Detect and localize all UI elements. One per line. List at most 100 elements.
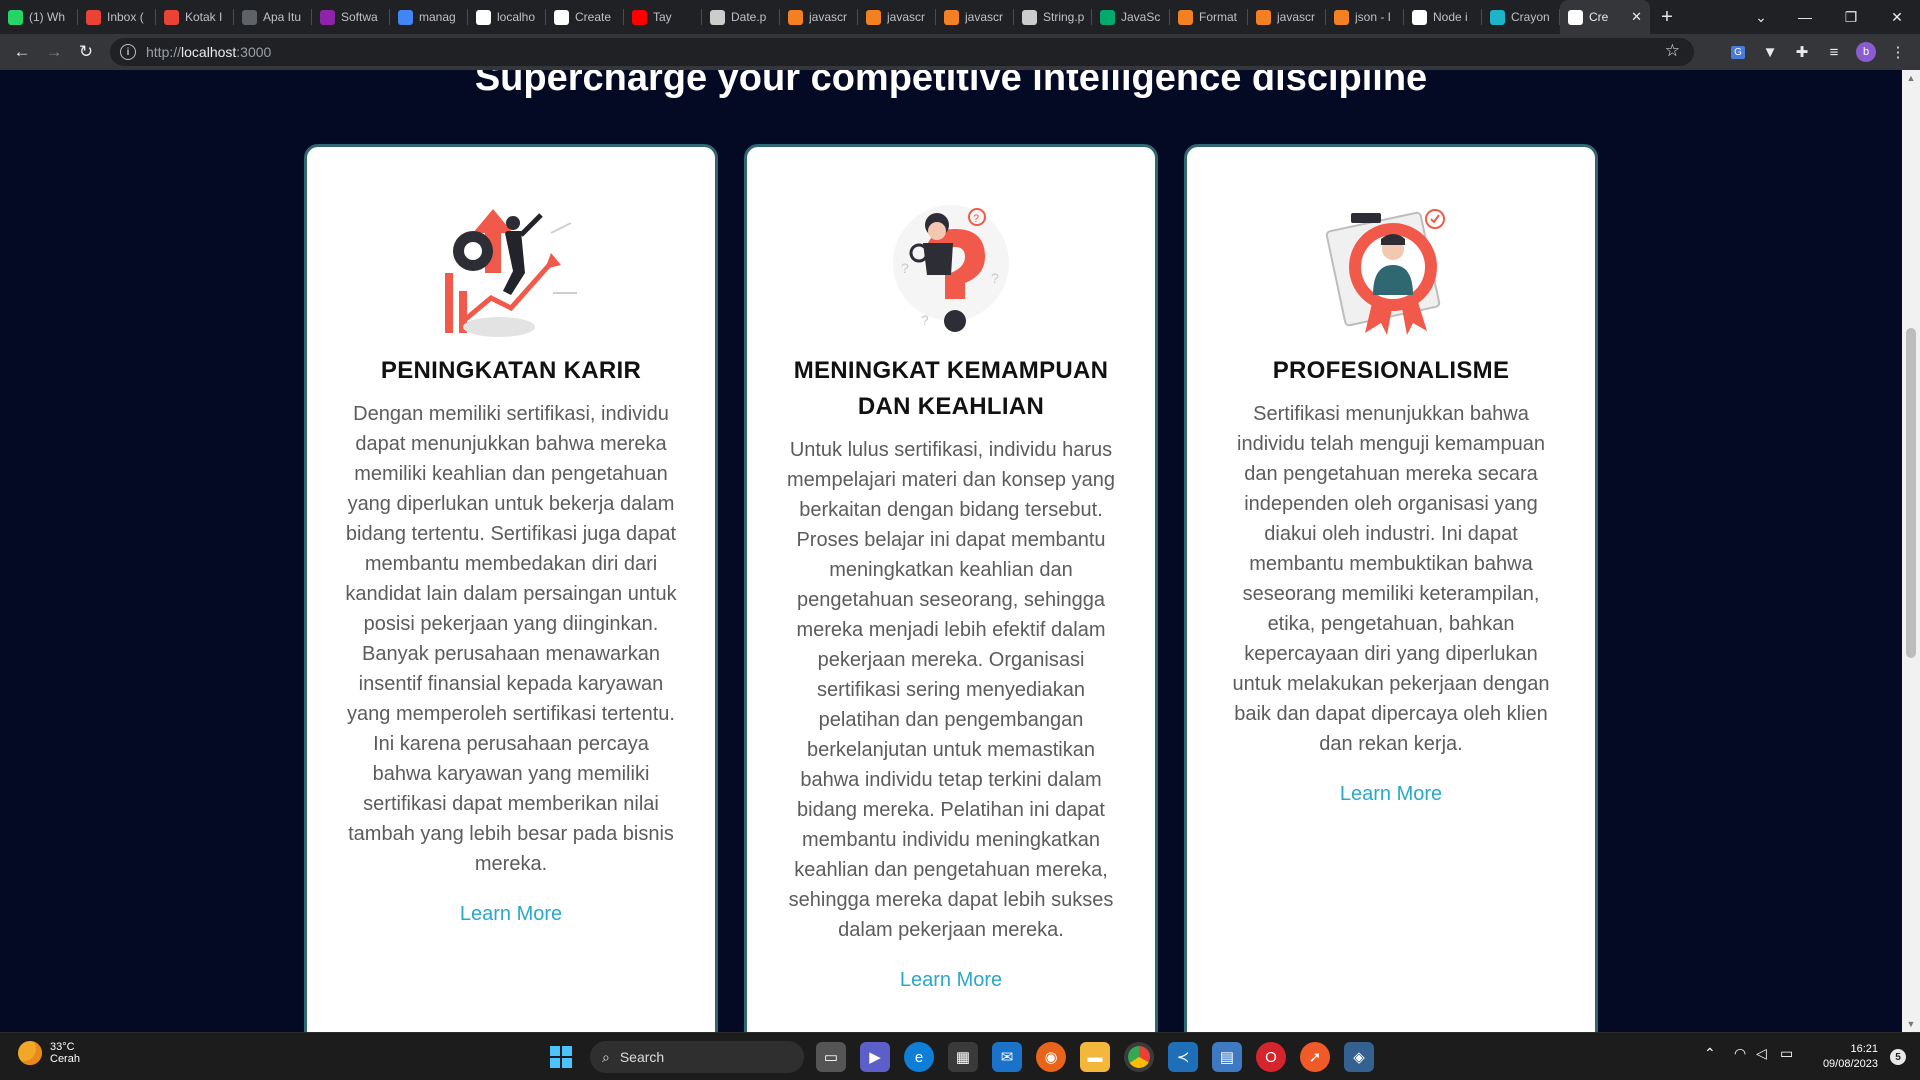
browser-tab-strip: (1) Wh Inbox (Kotak I Apa Itu Softwa manag lo… — [0, 0, 1920, 34]
extensions-puzzle-icon[interactable]: ✚ — [1786, 34, 1818, 70]
browser-tab[interactable]: javascr — [858, 0, 936, 34]
address-bar[interactable]: i http://localhost:3000 ☆ — [110, 38, 1694, 66]
browser-tab[interactable]: String.p — [1014, 0, 1092, 34]
browser-tab[interactable]: Date.p — [702, 0, 780, 34]
taskbar-search[interactable]: ⌕ Search — [590, 1041, 804, 1073]
browser-tab[interactable]: manag — [390, 0, 468, 34]
learn-more-link[interactable]: Learn More — [1340, 783, 1442, 806]
tab-favicon-icon — [1490, 9, 1505, 25]
file-explorer-icon[interactable]: ▬ — [1080, 1042, 1110, 1072]
profile-avatar[interactable]: b — [1850, 34, 1882, 70]
postgresql-icon[interactable]: ◈ — [1344, 1042, 1374, 1072]
reload-button[interactable]: ↻ — [70, 36, 102, 68]
weather-widget[interactable]: 33°C Cerah — [18, 1041, 80, 1065]
tab-favicon-icon — [632, 9, 647, 25]
tab-label: Format — [1199, 10, 1238, 24]
microsoft-store-icon[interactable]: ▦ — [948, 1042, 978, 1072]
tab-label: manag — [419, 10, 456, 24]
browser-menu-icon[interactable]: ⋮ — [1882, 34, 1914, 70]
feature-card-career: PENINGKATAN KARIR Dengan memiliki sertif… — [304, 144, 718, 1032]
start-windows-icon[interactable] — [546, 1042, 576, 1072]
edge-icon[interactable]: e — [904, 1042, 934, 1072]
vscode-icon[interactable]: ≺ — [1168, 1042, 1198, 1072]
back-button[interactable]: ← — [6, 36, 38, 68]
browser-tab[interactable]: Format — [1170, 0, 1248, 34]
reading-list-icon[interactable]: ≡ — [1818, 34, 1850, 70]
mail-icon[interactable]: ✉ — [992, 1042, 1022, 1072]
site-info-icon[interactable]: i — [120, 44, 136, 60]
question-mark-illustration: ? ? ? ? — [893, 205, 1009, 332]
career-growth-illustration — [445, 209, 577, 337]
browser-tab[interactable]: Node i — [1404, 0, 1482, 34]
card-title: PENINGKATAN KARIR — [380, 357, 642, 384]
browser-tab[interactable]: JavaSc — [1092, 0, 1170, 34]
task-view-icon[interactable]: ▭ — [816, 1042, 846, 1072]
new-tab-button[interactable]: + — [1650, 0, 1684, 34]
search-icon: ⌕ — [602, 1048, 610, 1065]
translate-icon[interactable]: G — [1722, 34, 1754, 70]
browser-tab[interactable]: (1) Wh — [0, 0, 78, 34]
tab-label: Crayon — [1511, 10, 1550, 24]
browser-tab[interactable]: javascr — [936, 0, 1014, 34]
tab-favicon-icon — [944, 9, 959, 25]
tab-label: javascr — [965, 10, 1004, 24]
learn-more-link[interactable]: Learn More — [460, 903, 562, 926]
tab-label: Tay — [653, 10, 672, 24]
close-window-button[interactable]: ✕ — [1874, 0, 1920, 34]
tab-favicon-icon — [866, 9, 881, 25]
postman-icon[interactable]: ➚ — [1300, 1042, 1330, 1072]
opera-icon[interactable]: O — [1256, 1042, 1286, 1072]
browser-tab[interactable]: Crayon — [1482, 0, 1560, 34]
browser-tab[interactable]: localho — [468, 0, 546, 34]
browser-tab[interactable]: Softwa — [312, 0, 390, 34]
search-label: Search — [619, 1049, 665, 1065]
chrome-icon[interactable] — [1124, 1042, 1154, 1072]
browser-tab-active[interactable]: Cre ✕ — [1560, 0, 1650, 34]
weather-sun-icon — [18, 1041, 42, 1065]
browser-tab[interactable]: Create — [546, 0, 624, 34]
weather-temp: 33°C — [50, 1041, 75, 1053]
browser-tab[interactable]: Kotak I — [156, 0, 234, 34]
browser-tab[interactable]: Inbox ( — [78, 0, 156, 34]
tab-label: (1) Wh — [29, 10, 65, 24]
scroll-up-arrow-icon[interactable]: ▲ — [1902, 70, 1920, 86]
feature-card-skills: ? ? ? ? MENINGKAT KEMAMPUAN DAN KEAHLIAN… — [744, 144, 1158, 1032]
minimize-button[interactable]: — — [1782, 0, 1828, 34]
tab-label: JavaSc — [1121, 10, 1161, 24]
show-hidden-icons-icon[interactable]: ⌃ — [1704, 1045, 1716, 1062]
notepad-icon[interactable]: ▤ — [1212, 1042, 1242, 1072]
tab-favicon-icon — [320, 9, 335, 25]
scrollbar-thumb[interactable] — [1906, 328, 1916, 658]
tab-favicon-icon — [1022, 9, 1037, 25]
page-viewport: Supercharge your competitive intelligenc… — [0, 70, 1902, 1032]
vuejs-extension-icon[interactable]: ▼ — [1754, 34, 1786, 70]
tab-favicon-icon — [1100, 9, 1115, 25]
page-scrollbar[interactable]: ▲ ▼ — [1902, 70, 1920, 1032]
taskbar-clock[interactable]: 16:21 09/08/2023 — [1823, 1042, 1878, 1072]
volume-icon[interactable]: ◁ — [1756, 1045, 1767, 1062]
card-body: Dengan memiliki sertifikasi, individu da… — [345, 403, 677, 875]
learn-more-link[interactable]: Learn More — [900, 969, 1002, 992]
tab-close-icon[interactable]: ✕ — [1631, 9, 1642, 25]
battery-icon[interactable]: ▭ — [1780, 1045, 1793, 1062]
tab-favicon-icon — [1178, 9, 1193, 25]
browser-tab[interactable]: Apa Itu — [234, 0, 312, 34]
browser-toolbar: ← → ↻ i http://localhost:3000 ☆ — [0, 34, 1920, 70]
tab-search-icon[interactable]: ⌄ — [1738, 0, 1784, 34]
browser-tab[interactable]: Tay — [624, 0, 702, 34]
card-title: PROFESIONALISME — [1272, 357, 1510, 384]
forward-button[interactable]: → — [38, 36, 70, 68]
browser-tab[interactable]: json - I — [1326, 0, 1404, 34]
tab-favicon-icon — [242, 9, 257, 25]
restore-button[interactable]: ❐ — [1828, 0, 1874, 34]
browser-tab[interactable]: javascr — [1248, 0, 1326, 34]
teams-chat-icon[interactable]: ▶ — [860, 1042, 890, 1072]
bookmark-star-icon[interactable]: ☆ — [1665, 41, 1680, 61]
firefox-icon[interactable]: ◉ — [1036, 1042, 1066, 1072]
wifi-icon[interactable]: ◠ — [1734, 1045, 1746, 1062]
browser-tab[interactable]: javascr — [780, 0, 858, 34]
scroll-down-arrow-icon[interactable]: ▼ — [1902, 1016, 1920, 1032]
tab-label: Create — [575, 10, 612, 24]
tab-favicon-icon — [788, 9, 803, 25]
notification-badge[interactable]: 5 — [1890, 1049, 1906, 1065]
